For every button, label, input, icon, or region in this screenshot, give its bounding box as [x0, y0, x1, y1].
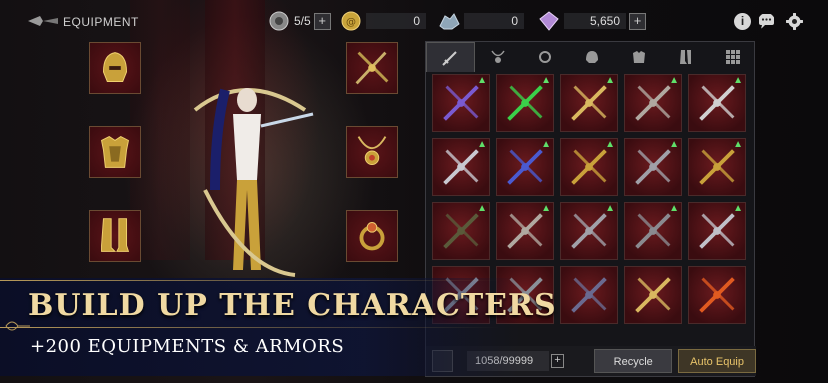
upgrade-arrow-icon: ▲ [733, 203, 743, 214]
helmet-slot[interactable] [89, 42, 141, 94]
upgrade-arrow-icon: ▲ [541, 203, 551, 214]
upgrade-arrow-icon: ▲ [669, 139, 679, 150]
necklace-slot[interactable] [346, 126, 398, 178]
upgrade-arrow-icon: ▲ [541, 139, 551, 150]
equipment-item[interactable]: ▲ [624, 202, 682, 260]
crystal-ore-icon [439, 13, 460, 30]
gold-value: 0 [366, 13, 426, 29]
boots-icon [101, 218, 130, 252]
upgrade-arrow-icon: ▲ [477, 75, 487, 86]
stamina-value: 5/5 [294, 14, 311, 28]
helmet-icon [586, 51, 598, 63]
upgrade-arrow-icon: ▲ [605, 139, 615, 150]
crystal-counter: 0 [438, 12, 524, 30]
chest-armor-icon [100, 136, 130, 168]
weapon-icon [635, 277, 671, 313]
upgrade-arrow-icon: ▲ [733, 139, 743, 150]
banner-subline: +200 EQUIPMENTS & ARMORS [30, 336, 345, 357]
crystal-value: 0 [464, 13, 524, 29]
upgrade-arrow-icon: ▲ [541, 75, 551, 86]
stamina-icon [269, 11, 289, 31]
boots-slot[interactable] [89, 210, 141, 262]
equipment-item[interactable]: ▲ [432, 74, 490, 132]
equipment-item[interactable]: ▲ [496, 74, 554, 132]
add-gems-button[interactable]: + [629, 12, 646, 30]
tab-all[interactable] [709, 42, 756, 72]
equipment-item[interactable]: ▲ [560, 202, 618, 260]
equipment-item[interactable]: ▲ [624, 138, 682, 196]
add-stamina-button[interactable]: + [313, 12, 331, 30]
equipment-item[interactable]: ▲ [432, 138, 490, 196]
equipment-item[interactable]: ▲ [688, 202, 746, 260]
chest-armor-icon [632, 51, 645, 63]
equipment-item[interactable]: ▲ [688, 138, 746, 196]
necklace-icon [357, 136, 387, 165]
character-figure [193, 88, 314, 277]
weapon-icon [571, 277, 607, 313]
upgrade-arrow-icon: ▲ [669, 203, 679, 214]
svg-text:@: @ [346, 17, 356, 28]
banner-headline: BUILD UP THE CHARACTERS [28, 288, 557, 323]
equipment-item[interactable]: ▲ [560, 74, 618, 132]
equipment-item[interactable] [688, 266, 746, 324]
upgrade-arrow-icon: ▲ [605, 75, 615, 86]
upgrade-arrow-icon: ▲ [669, 75, 679, 86]
gem-icon [539, 11, 559, 31]
grid-icon [725, 50, 740, 64]
expand-inventory-button[interactable]: + [550, 354, 565, 368]
weapon-slot[interactable] [346, 42, 398, 94]
weapon-icon [699, 277, 735, 313]
tab-necklace[interactable] [475, 42, 522, 72]
upgrade-arrow-icon: ▲ [733, 75, 743, 86]
equipment-item[interactable]: ▲ [560, 138, 618, 196]
chat-icon[interactable] [758, 13, 775, 30]
recycle-button[interactable]: Recycle [594, 349, 673, 373]
stamina-counter: 5/5 + [268, 11, 331, 31]
equipment-item[interactable] [624, 266, 682, 324]
gold-counter: @ 0 [340, 11, 426, 31]
necklace-icon [491, 50, 505, 63]
upgrade-arrow-icon: ▲ [605, 203, 615, 214]
upgrade-arrow-icon: ▲ [477, 139, 487, 150]
ornament-icon [5, 321, 30, 331]
ring-slot[interactable] [346, 210, 398, 262]
armor-slot[interactable] [89, 126, 141, 178]
back-icon[interactable] [28, 13, 58, 29]
category-tabs [426, 42, 756, 72]
tab-armor[interactable] [615, 42, 662, 72]
equipment-item[interactable]: ▲ [496, 138, 554, 196]
gem-value: 5,650 [564, 13, 626, 29]
settings-gear-icon[interactable] [786, 13, 803, 30]
upgrade-arrow-icon: ▲ [477, 203, 487, 214]
banner-divider [0, 327, 500, 328]
helmet-icon [102, 52, 128, 82]
boots-icon [679, 50, 691, 64]
tab-boots[interactable] [662, 42, 709, 72]
info-icon[interactable]: i [734, 13, 751, 30]
gem-counter: 5,650 + [538, 11, 646, 31]
equipment-item[interactable]: ▲ [432, 202, 490, 260]
ring-icon [359, 222, 385, 251]
equipment-item[interactable]: ▲ [624, 74, 682, 132]
equipment-item[interactable]: ▲ [688, 74, 746, 132]
tab-helmet[interactable] [569, 42, 616, 72]
top-bar: EQUIPMENT 5/5 + @ 0 0 5,650 + i [0, 0, 828, 42]
equipment-item[interactable] [560, 266, 618, 324]
page-title: EQUIPMENT [63, 15, 139, 29]
equipment-item[interactable]: ▲ [496, 202, 554, 260]
tab-weapon[interactable] [426, 42, 475, 72]
auto-equip-button[interactable]: Auto Equip [678, 349, 757, 373]
banner-divider [0, 280, 500, 281]
ring-icon [539, 51, 552, 63]
crossed-swords-icon [355, 51, 389, 85]
tab-ring[interactable] [522, 42, 569, 72]
sword-icon [442, 50, 458, 66]
gold-coin-icon: @ [341, 11, 361, 31]
